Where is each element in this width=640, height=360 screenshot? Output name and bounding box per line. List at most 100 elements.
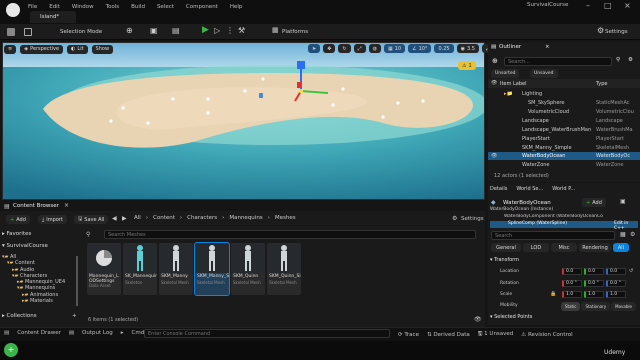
tree-scrollbar[interactable] — [76, 256, 78, 306]
asset-tile[interactable]: SKM_Manny Skeletal Mesh — [159, 243, 193, 295]
blueprint-icon[interactable]: ▣ — [150, 27, 158, 35]
play-options-icon[interactable]: ⋮ — [226, 27, 234, 35]
platforms-button[interactable]: Platforms — [282, 29, 308, 35]
lit-button[interactable]: ◐ Lit — [67, 44, 88, 54]
grid-snap-button[interactable]: ▦ 10 — [384, 44, 406, 53]
console-input[interactable] — [144, 329, 390, 338]
location-y-field[interactable]: 0.0 — [584, 268, 604, 275]
crumb-mannequins[interactable]: Mannequins — [229, 215, 262, 221]
outliner-row[interactable]: WaterZone WaterZone — [488, 161, 640, 169]
collections-header[interactable]: ▸ Collections + — [2, 313, 80, 322]
cb-settings-button[interactable]: Settings — [461, 216, 484, 222]
viewport-options-button[interactable]: ≡ — [4, 44, 17, 54]
crumb-all[interactable]: All — [134, 215, 141, 221]
col-type[interactable]: Type — [596, 81, 607, 87]
revision-control-button[interactable]: ⚠ Revision Control — [521, 332, 572, 338]
filter-icon[interactable]: ⚲ — [616, 57, 620, 63]
menu-help[interactable]: Help — [230, 4, 243, 10]
mobility-movable[interactable]: Movable — [611, 302, 636, 311]
add-collection-icon[interactable]: + — [72, 313, 77, 319]
col-item-label[interactable]: Item Label — [500, 81, 526, 87]
crumb-content[interactable]: Content — [153, 215, 175, 221]
step-icon[interactable]: ▷ — [214, 27, 220, 35]
cinematics-icon[interactable]: ▤ — [172, 27, 180, 35]
rotation-label[interactable]: Rotation — [500, 281, 519, 286]
import-button[interactable]: ⤓ Import — [38, 215, 67, 224]
menu-component[interactable]: Component — [186, 4, 218, 10]
menu-build[interactable]: Build — [131, 4, 145, 10]
asset-tile[interactable]: SK_Mannequin Skeleton — [123, 243, 157, 295]
warning-badge[interactable]: ⚠ 1 — [458, 61, 476, 70]
world-local-button[interactable]: ◍ — [368, 44, 381, 53]
forward-icon[interactable]: ▶ — [122, 215, 127, 222]
close-outliner-icon[interactable]: × — [545, 44, 550, 50]
content-browser-tab[interactable]: Content Browser — [13, 203, 59, 209]
lock-icon[interactable]: 🔒 — [550, 291, 556, 297]
trace-button[interactable]: ⟳ Trace — [398, 332, 419, 338]
player-start-icon[interactable] — [259, 93, 263, 98]
scale-label[interactable]: Scale — [500, 292, 512, 297]
outliner-search-input[interactable] — [504, 57, 612, 66]
maximize-icon[interactable]: □ — [604, 1, 612, 10]
tab-details[interactable]: Details — [490, 186, 507, 192]
filter-general[interactable]: General — [491, 243, 521, 252]
visibility-eye-icon[interactable]: 👁 — [491, 153, 497, 159]
menu-window[interactable]: Window — [72, 4, 94, 10]
add-actor-icon[interactable]: ⊕ — [126, 27, 133, 35]
outliner-row[interactable]: ▸📁 Lighting — [488, 90, 640, 98]
menu-select[interactable]: Select — [157, 4, 174, 10]
filter-all[interactable]: All — [613, 243, 629, 252]
mobility-static[interactable]: Static — [561, 302, 581, 311]
content-drawer-button[interactable]: Content Drawer — [17, 330, 61, 336]
scale-x-field[interactable]: 1.0 — [562, 291, 582, 298]
details-settings-icon[interactable]: ⚙ — [630, 231, 635, 238]
outliner-row[interactable]: SM_SkySphere StaticMeshAc — [488, 99, 640, 107]
outliner-row[interactable]: SKM_Manny_Simple SkeletalMesh — [488, 144, 640, 152]
edit-cpp-link[interactable]: Edit in C++ — [614, 221, 638, 231]
details-search-input[interactable] — [491, 231, 615, 240]
asset-tile[interactable]: SKM_Quinn_SimpleSkeletal Mesh — [267, 243, 301, 295]
perspective-button[interactable]: ◈ Perspective — [20, 44, 64, 54]
add-content-button[interactable]: + Add — [6, 215, 30, 224]
unsaved-button[interactable]: 🖫 1 Unsaved — [478, 330, 514, 339]
add-outliner-icon[interactable]: ⊕ — [492, 57, 498, 65]
menu-tools[interactable]: Tools — [106, 4, 120, 10]
save-all-button[interactable]: 🖫 Save All — [74, 215, 109, 224]
outliner-row[interactable]: PlayerStart PlayerStart — [488, 135, 640, 143]
play-icon[interactable]: ▶ — [202, 26, 209, 35]
rotate-tool-button[interactable]: ↻ — [338, 44, 351, 53]
filter-misc[interactable]: Misc — [551, 243, 577, 252]
select-tool-button[interactable]: ➤ — [308, 44, 321, 53]
asset-tile[interactable]: Mannequin_LODSettings Data Asset — [87, 243, 121, 295]
outliner-tab[interactable]: Outliner — [499, 44, 521, 50]
rotation-x-field[interactable]: 0.0 ° — [562, 280, 582, 287]
project-header[interactable]: ▾ SurvivalCourse — [2, 243, 80, 252]
location-x-field[interactable]: 0.0 — [562, 268, 582, 275]
crumb-characters[interactable]: Characters — [187, 215, 217, 221]
menu-edit[interactable]: Edit — [49, 4, 60, 10]
scale-z-field[interactable]: 1.0 — [606, 291, 626, 298]
gear-icon[interactable]: ⚙ — [597, 27, 604, 35]
mobility-stationary[interactable]: Stationary — [581, 302, 611, 311]
close-icon[interactable]: × — [624, 1, 631, 10]
level-tab[interactable]: Island* — [30, 11, 76, 23]
settings-button[interactable]: Settings — [605, 29, 628, 35]
asset-search-input[interactable] — [104, 230, 476, 239]
derived-data-button[interactable]: ⇅ Derived Data — [427, 332, 470, 338]
property-matrix-icon[interactable]: ▦ — [620, 231, 626, 238]
scale-tool-button[interactable]: ⤢ — [353, 44, 366, 53]
close-content-browser-icon[interactable]: × — [64, 202, 69, 209]
outliner-settings-icon[interactable]: ⚙ — [628, 57, 633, 63]
level-viewport[interactable] — [2, 42, 485, 200]
cb-settings-icon[interactable]: ⚙ — [452, 215, 457, 222]
filter-lod[interactable]: LOD — [523, 243, 549, 252]
component-row[interactable]: WaterBodyComponent (WaterBodyOceanCo — [490, 214, 638, 221]
reset-location-icon[interactable]: ↺ — [629, 268, 633, 274]
view-options-icon[interactable]: 👁 — [474, 316, 482, 323]
selected-points-section[interactable]: ▾ Selected Points — [490, 313, 532, 321]
show-button[interactable]: Show — [91, 44, 114, 54]
output-log-button[interactable]: Output Log — [82, 330, 113, 336]
scale-y-field[interactable]: 1.0 — [584, 291, 604, 298]
rotation-z-field[interactable]: 0.0 ° — [606, 280, 626, 287]
blueprint-add-icon[interactable]: ▣ — [620, 198, 626, 205]
